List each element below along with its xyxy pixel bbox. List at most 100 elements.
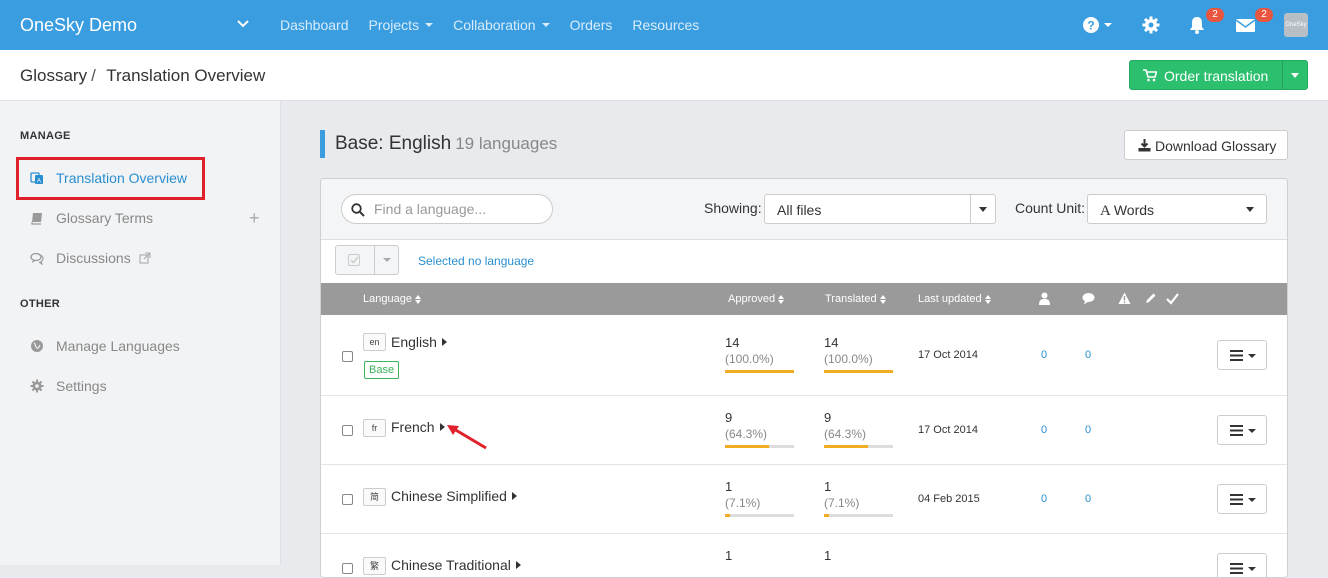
- approved-progress: [725, 445, 794, 448]
- comments-count[interactable]: 0: [1085, 424, 1091, 436]
- table-header: Language Approved Translated Last update…: [321, 283, 1287, 315]
- comments-icon: [30, 252, 44, 265]
- row-checkbox[interactable]: [342, 494, 353, 505]
- breadcrumb: Glossary / Translation Overview: [20, 66, 266, 85]
- caret-right-icon: [441, 338, 447, 346]
- sidebar-item-glossary-terms[interactable]: Glossary Terms: [20, 198, 265, 238]
- messages-badge: 2: [1255, 8, 1273, 22]
- language-code: en: [363, 333, 386, 351]
- order-dropdown-caret[interactable]: [1291, 73, 1299, 78]
- row-checkbox[interactable]: [342, 351, 353, 362]
- notifications-badge: 2: [1206, 8, 1224, 22]
- menu-icon: [1230, 350, 1243, 361]
- checkbox-icon: [348, 254, 360, 266]
- caret-down-icon: [541, 23, 550, 27]
- translated-progress: [824, 514, 893, 517]
- bulk-select-button[interactable]: [335, 245, 399, 275]
- caret-down-icon[interactable]: [1104, 23, 1112, 27]
- svg-text:?: ?: [1087, 19, 1094, 33]
- row-menu-button[interactable]: [1217, 415, 1267, 445]
- comment-icon: [1082, 293, 1095, 305]
- nav-orders[interactable]: Orders: [570, 17, 613, 33]
- col-last-updated[interactable]: Last updated: [918, 293, 991, 305]
- count-unit-select[interactable]: A Words: [1087, 194, 1267, 224]
- check-icon: [1166, 293, 1179, 305]
- nav-resources[interactable]: Resources: [632, 17, 699, 33]
- annotation-arrow-icon: [447, 425, 487, 450]
- gear-icon[interactable]: [1141, 15, 1161, 35]
- project-title[interactable]: OneSky Demo: [20, 15, 137, 36]
- breadcrumb-glossary[interactable]: Glossary: [20, 66, 87, 85]
- sidebar-item-discussions[interactable]: Discussions: [20, 238, 265, 278]
- table-row: 简 Chinese Simplified 1 (7.1%) 1 (7.1%) 0…: [321, 465, 1287, 534]
- caret-down-icon[interactable]: [383, 258, 391, 262]
- sort-icon: [778, 294, 785, 304]
- language-name[interactable]: Chinese Simplified: [391, 488, 517, 504]
- last-updated: 04 Feb 2015: [918, 493, 980, 505]
- language-name[interactable]: Chinese Traditional: [391, 557, 521, 573]
- languages-count: 19 languages: [455, 134, 558, 153]
- contributors-count[interactable]: 0: [1041, 424, 1047, 436]
- nav-collaboration[interactable]: Collaboration: [453, 17, 550, 33]
- last-updated: 17 Oct 2014: [918, 424, 978, 436]
- row-menu-button[interactable]: [1217, 484, 1267, 514]
- translated-progress: [824, 370, 893, 373]
- caret-down-icon: [425, 23, 434, 27]
- language-name[interactable]: French: [391, 419, 445, 435]
- col-approved[interactable]: Approved: [728, 293, 785, 305]
- languages-panel: Showing: All files Count Unit: AWords Se…: [320, 178, 1288, 578]
- main-nav: Dashboard Projects Collaboration Orders …: [280, 0, 719, 50]
- external-link-icon: [139, 252, 151, 264]
- envelope-icon[interactable]: [1235, 15, 1257, 35]
- file-filter-select[interactable]: All files: [764, 194, 996, 224]
- row-menu-button[interactable]: [1217, 340, 1267, 370]
- search-input[interactable]: [372, 200, 547, 218]
- pencil-icon: [1146, 293, 1156, 303]
- top-navbar: OneSky Demo Dashboard Projects Collabora…: [0, 0, 1328, 50]
- sort-icon: [414, 294, 421, 304]
- col-language[interactable]: Language: [363, 293, 421, 305]
- manage-section-title: MANAGE: [20, 130, 71, 142]
- language-code: fr: [363, 419, 386, 437]
- row-checkbox[interactable]: [342, 425, 353, 436]
- help-icon[interactable]: ?: [1082, 15, 1102, 35]
- comments-count[interactable]: 0: [1085, 349, 1091, 361]
- warning-icon: [1118, 292, 1131, 304]
- other-section-title: OTHER: [20, 298, 60, 310]
- nav-dashboard[interactable]: Dashboard: [280, 17, 349, 33]
- showing-label: Showing:: [704, 200, 762, 216]
- last-updated: 17 Oct 2014: [918, 349, 978, 361]
- contributors-count[interactable]: 0: [1041, 493, 1047, 505]
- download-glossary-button[interactable]: Download Glossary: [1124, 130, 1288, 160]
- menu-icon: [1230, 425, 1243, 436]
- sidebar-item-manage-languages[interactable]: Manage Languages: [20, 326, 265, 366]
- approved-progress: [725, 514, 794, 517]
- cart-icon: [1143, 69, 1157, 82]
- order-translation-button[interactable]: Order translation: [1129, 60, 1308, 90]
- sort-icon: [984, 294, 991, 304]
- nav-projects[interactable]: Projects: [369, 17, 434, 33]
- comments-count[interactable]: 0: [1085, 493, 1091, 505]
- filter-row: Showing: All files Count Unit: AWords: [321, 179, 1287, 240]
- bell-icon[interactable]: [1187, 15, 1207, 35]
- chevron-down-icon[interactable]: [236, 17, 250, 31]
- menu-icon: [1230, 494, 1243, 505]
- gear-icon: [30, 379, 44, 393]
- row-menu-button[interactable]: [1217, 553, 1267, 577]
- add-term-icon[interactable]: +: [249, 208, 260, 229]
- sort-icon: [879, 294, 886, 304]
- font-icon: A: [1100, 203, 1111, 219]
- highlight-box: [16, 157, 205, 200]
- caret-right-icon: [511, 492, 517, 500]
- avatar[interactable]: OneSky: [1284, 13, 1308, 37]
- page-title: Base: English 19 languages: [320, 130, 557, 158]
- count-unit-label: Count Unit:: [1015, 200, 1086, 216]
- col-translated[interactable]: Translated: [825, 293, 886, 305]
- contributors-count[interactable]: 0: [1041, 349, 1047, 361]
- language-code: 简: [363, 488, 386, 506]
- translated-progress: [824, 445, 893, 448]
- language-search[interactable]: [341, 194, 553, 224]
- sidebar-item-settings[interactable]: Settings: [20, 366, 265, 406]
- language-name[interactable]: English: [391, 334, 447, 350]
- caret-down-icon: [979, 207, 987, 212]
